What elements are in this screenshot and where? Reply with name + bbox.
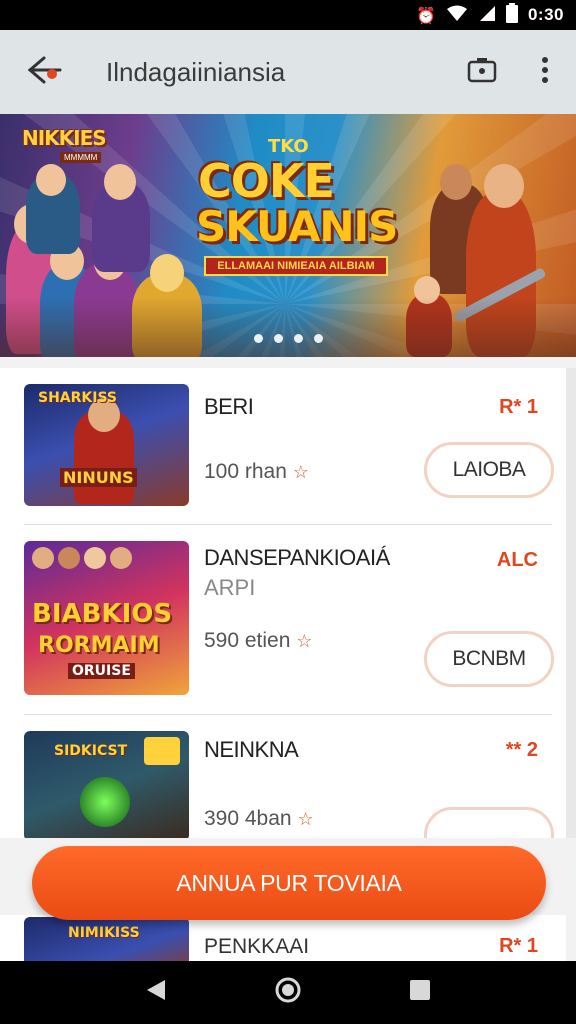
game-title: DANSEPANKIOAIÁ — [204, 545, 390, 570]
game-thumbnail: BIABKIOS RORMAIM ORUISE — [24, 541, 189, 695]
rank-badge: R* 1 — [499, 396, 538, 418]
thumbnail-sticker — [144, 737, 180, 765]
carousel-dot[interactable] — [254, 334, 263, 343]
banner-character-head — [104, 164, 136, 200]
thumbnail-title: SIDKICST — [54, 743, 128, 759]
alarm-icon: ⏰ — [416, 5, 436, 25]
carousel-dot[interactable] — [294, 334, 303, 343]
status-time: 0:30 — [527, 5, 564, 24]
nav-recents-button[interactable] — [400, 973, 440, 1013]
list-item[interactable]: SHARKISS NINUNS BERI 100 rhan ☆ R* 1 LAI… — [0, 368, 566, 524]
banner-character-head — [36, 164, 66, 196]
rank-badge: ALC — [496, 549, 538, 571]
triangle-back-icon — [145, 978, 167, 1007]
list-item-peek[interactable]: NIMIKISS PENKKAAI R* 1 — [0, 915, 566, 961]
game-title: PENKKAAI — [204, 935, 310, 958]
primary-cta-button[interactable]: ANNUA PUR TOVIAIA — [32, 846, 546, 920]
featured-banner[interactable]: NIKKIES MMMMM TKO COKE SKUANIS ELLAMAAI … — [0, 114, 576, 357]
banner-logo-sub: MMMMM — [60, 152, 102, 163]
wifi-icon — [446, 4, 468, 27]
list-item[interactable]: BIABKIOS RORMAIM ORUISE DANSEPANKIOAIÁ A… — [0, 525, 566, 715]
banner-ribbon: ELLAMAAI NIMIEAIA AILBIAM — [204, 256, 388, 276]
nav-back-button[interactable] — [136, 973, 176, 1013]
nav-home-button[interactable] — [268, 973, 308, 1013]
battery-icon — [505, 2, 518, 28]
back-button[interactable] — [22, 50, 66, 94]
camera-icon — [467, 57, 497, 88]
rank-badge: R* 1 — [499, 935, 538, 957]
carousel-dot[interactable] — [274, 334, 283, 343]
thumbnail-subtitle: RORMAIM — [38, 633, 160, 658]
camera-button[interactable] — [460, 50, 504, 94]
game-meta: 390 4ban ☆ — [204, 807, 314, 831]
signal-icon — [478, 4, 496, 27]
square-recents-icon — [409, 979, 431, 1006]
rank-badge: ** 2 — [505, 739, 538, 761]
banner-character-head — [484, 164, 524, 208]
more-vert-icon — [541, 56, 549, 89]
game-meta-text: 100 rhan — [204, 460, 287, 483]
page-title: Ilndagaiiniansia — [106, 56, 286, 87]
game-subtitle: ARPI — [204, 575, 256, 600]
thumbnail-title: BIABKIOS — [32, 599, 173, 629]
game-meta-text: 590 etien — [204, 629, 291, 652]
circle-home-icon — [274, 976, 302, 1009]
overflow-menu-button[interactable] — [530, 50, 560, 94]
star-icon: ☆ — [296, 631, 313, 651]
game-list: SHARKISS NINUNS BERI 100 rhan ☆ R* 1 LAI… — [0, 368, 566, 838]
game-thumbnail: NIMIKISS — [24, 917, 189, 961]
star-icon: ☆ — [297, 809, 314, 829]
banner-title-line2: SKUANIS — [196, 202, 398, 251]
game-thumbnail: SHARKISS NINUNS — [24, 384, 189, 506]
thumbnail-emblem — [80, 777, 130, 827]
scrollbar[interactable] — [566, 368, 576, 838]
thumbnail-characters — [32, 547, 182, 587]
game-title: NEINKNA — [204, 737, 299, 762]
status-bar: ⏰ 0:30 — [0, 0, 576, 30]
banner-character-head — [150, 254, 184, 292]
carousel-dot[interactable] — [314, 334, 323, 343]
star-icon: ☆ — [292, 462, 309, 482]
app-bar: Ilndagaiiniansia — [0, 30, 576, 114]
thumbnail-title: NIMIKISS — [68, 925, 140, 941]
banner-title-line1: COKE — [198, 154, 335, 208]
thumbnail-subtitle: NINUNS — [60, 468, 137, 487]
install-button[interactable]: BCNBM — [424, 631, 554, 687]
back-arrow-icon — [24, 52, 64, 93]
banner-logo: NIKKIES — [22, 126, 107, 150]
system-nav-bar — [0, 961, 576, 1024]
game-meta: 590 etien ☆ — [204, 629, 312, 653]
banner-ground — [0, 297, 576, 357]
install-button[interactable] — [424, 807, 554, 838]
banner-character-head — [440, 164, 472, 200]
install-button[interactable]: LAIOBA — [424, 442, 554, 498]
list-item[interactable]: SIDKICST NEINKNA 390 4ban ☆ ** 2 — [0, 715, 566, 838]
thumbnail-subtitle-2: ORUISE — [68, 663, 135, 679]
thumbnail-title: SHARKISS — [38, 390, 118, 406]
carousel-dots — [254, 334, 323, 343]
game-thumbnail: SIDKICST — [24, 731, 189, 838]
game-title: BERI — [204, 394, 254, 419]
game-meta: 100 rhan ☆ — [204, 460, 309, 484]
game-meta-text: 390 4ban — [204, 807, 292, 830]
